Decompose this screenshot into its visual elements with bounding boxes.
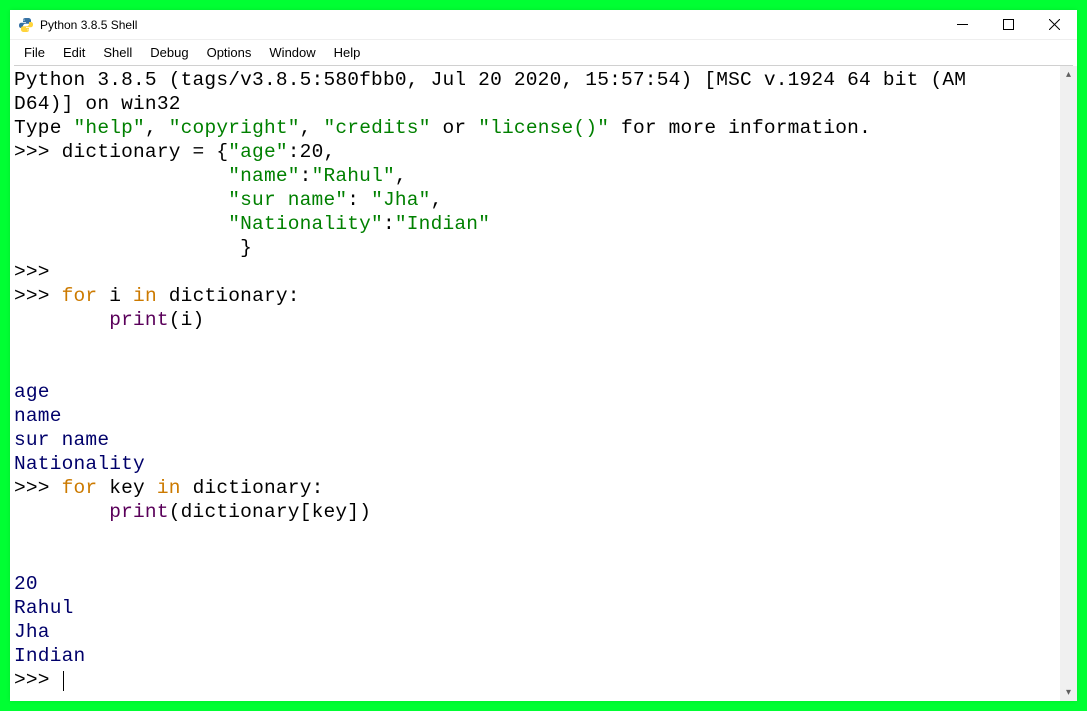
kw-for: for [62,285,98,307]
prompt: >>> [14,285,62,307]
val-sur: "Jha" [371,189,431,211]
close-brace: } [240,237,252,259]
menu-window[interactable]: Window [261,43,323,62]
banner-copyright: "copyright" [169,117,300,139]
sp [145,477,157,499]
banner-help: "help" [74,117,145,139]
output-20: 20 [14,573,38,595]
arg-i: i [181,309,193,331]
menu-options[interactable]: Options [199,43,260,62]
t: ) [359,501,371,523]
t: : [347,189,371,211]
kw-for: for [62,477,98,499]
menu-file[interactable]: File [16,43,53,62]
indent [14,165,228,187]
val-age: 20 [300,141,324,163]
t: , [300,117,324,139]
banner-line-2: D64)] on win32 [14,93,181,115]
sp [181,477,193,499]
key-age: "age" [228,141,288,163]
scroll-up-icon[interactable]: ▴ [1060,66,1077,83]
t: , [395,165,407,187]
banner-line-3a: Type [14,117,74,139]
prompt-current: >>> [14,669,62,691]
prompt: >>> [14,141,62,163]
var-key: key [109,477,145,499]
t: , [431,189,443,211]
var-dict: dictionary [169,285,288,307]
close-button[interactable] [1031,10,1077,40]
sp [157,285,169,307]
indent [14,189,228,211]
output-age: age [14,381,50,403]
t: ( [169,309,181,331]
shell-area: Python 3.8.5 (tags/v3.8.5:580fbb0, Jul 2… [10,66,1077,701]
sp [97,477,109,499]
t: for more information. [609,117,871,139]
t: ] [347,501,359,523]
t: ( [169,501,181,523]
var-dict: dictionary [193,477,312,499]
prompt: >>> [14,477,62,499]
arg-dict: dictionary [181,501,300,523]
window-title: Python 3.8.5 Shell [40,18,137,32]
prompt-empty: >>> [14,261,50,283]
t: : [312,477,324,499]
minimize-button[interactable] [939,10,985,40]
kw-in: in [157,477,181,499]
sp [121,285,133,307]
indent [14,501,109,523]
t: : [383,213,395,235]
python-icon [18,17,34,33]
t: : [300,165,312,187]
t: : [288,285,300,307]
t: , [323,141,335,163]
key-sur: "sur name" [228,189,347,211]
menu-debug[interactable]: Debug [142,43,196,62]
var-i: i [109,285,121,307]
output-sur: sur name [14,429,109,451]
key-nat: "Nationality" [228,213,383,235]
val-nat: "Indian" [395,213,490,235]
sp [97,285,109,307]
t: ) [193,309,205,331]
output-name: name [14,405,62,427]
indent [14,309,109,331]
kw-in: in [133,285,157,307]
indent [14,237,240,259]
banner-line-1: Python 3.8.5 (tags/v3.8.5:580fbb0, Jul 2… [14,69,966,91]
banner-credits: "credits" [323,117,430,139]
print: print [109,309,169,331]
text-cursor [63,671,64,691]
code-dict-assign: dictionary = { [62,141,229,163]
menubar: File Edit Shell Debug Options Window Hel… [10,40,1077,65]
t: or [431,117,479,139]
t: , [145,117,169,139]
window-controls [939,10,1077,40]
maximize-button[interactable] [985,10,1031,40]
menu-edit[interactable]: Edit [55,43,93,62]
output-nat: Nationality [14,453,145,475]
indent [14,213,228,235]
menu-help[interactable]: Help [326,43,369,62]
key-name: "name" [228,165,299,187]
vertical-scrollbar[interactable]: ▴ ▾ [1060,66,1077,701]
shell-text[interactable]: Python 3.8.5 (tags/v3.8.5:580fbb0, Jul 2… [10,66,1060,701]
banner-license: "license()" [478,117,609,139]
menu-shell[interactable]: Shell [95,43,140,62]
val-name: "Rahul" [312,165,395,187]
t: [ [300,501,312,523]
scroll-down-icon[interactable]: ▾ [1060,684,1077,701]
output-rahul: Rahul [14,597,74,619]
print: print [109,501,169,523]
titlebar[interactable]: Python 3.8.5 Shell [10,10,1077,40]
output-indian: Indian [14,645,85,667]
t: : [288,141,300,163]
arg-key: key [312,501,348,523]
output-jha: Jha [14,621,50,643]
idle-window: Python 3.8.5 Shell File Edit Shell Debug… [10,10,1077,701]
